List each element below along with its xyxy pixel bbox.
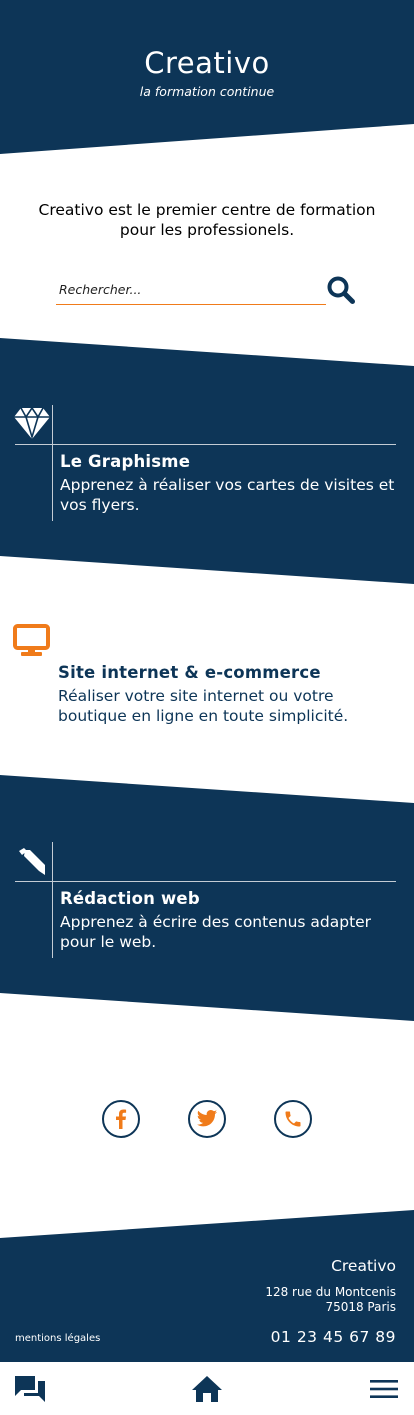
desktop-icon — [13, 624, 50, 658]
search-input[interactable] — [56, 274, 326, 302]
footer-company-name: Creativo — [331, 1257, 396, 1275]
phone-icon — [285, 1111, 301, 1127]
diamond-icon — [13, 405, 51, 441]
divider-horizontal — [15, 444, 396, 445]
facebook-button[interactable] — [102, 1100, 140, 1138]
chat-icon — [15, 1375, 45, 1402]
service-title-redaction: Rédaction web — [60, 889, 200, 908]
search-icon — [327, 276, 355, 304]
footer-phone[interactable]: 01 23 45 67 89 — [271, 1328, 396, 1346]
divider-vertical — [52, 842, 53, 958]
menu-icon — [370, 1379, 398, 1398]
divider-vertical — [52, 405, 53, 521]
home-icon — [192, 1375, 222, 1402]
legal-notice-link[interactable]: mentions légales — [15, 1333, 100, 1344]
service-desc-redaction: Apprenez à écrire des contenus adapter p… — [60, 913, 372, 951]
facebook-icon — [116, 1109, 127, 1129]
site-title: Creativo — [144, 46, 270, 80]
bottom-navigation — [0, 1362, 414, 1415]
search-field — [56, 274, 326, 305]
phone-button[interactable] — [274, 1100, 312, 1138]
site-subtitle: la formation continue — [139, 84, 275, 99]
divider-horizontal — [15, 881, 396, 882]
service-title-graphisme: Le Graphisme — [60, 452, 191, 471]
twitter-icon — [196, 1110, 218, 1127]
service-desc-site-internet: Réaliser votre site internet ou votre bo… — [58, 687, 349, 725]
footer-address-line1: 128 rue du Montcenis — [265, 1285, 396, 1299]
search-button[interactable] — [324, 274, 358, 306]
pencil-icon — [16, 846, 48, 878]
menu-button[interactable] — [359, 1362, 409, 1415]
footer-address: 128 rue du Montcenis 75018 Paris — [265, 1285, 396, 1315]
service-desc-graphisme: Apprenez à réaliser vos cartes de visite… — [60, 476, 395, 514]
twitter-button[interactable] — [188, 1100, 226, 1138]
home-button[interactable] — [182, 1362, 232, 1415]
service-title-site-internet: Site internet & e-commerce — [58, 663, 321, 682]
intro-text: Creativo est le premier centre de format… — [38, 201, 376, 239]
footer-address-line2: 75018 Paris — [325, 1300, 396, 1314]
chat-button[interactable] — [5, 1362, 55, 1415]
